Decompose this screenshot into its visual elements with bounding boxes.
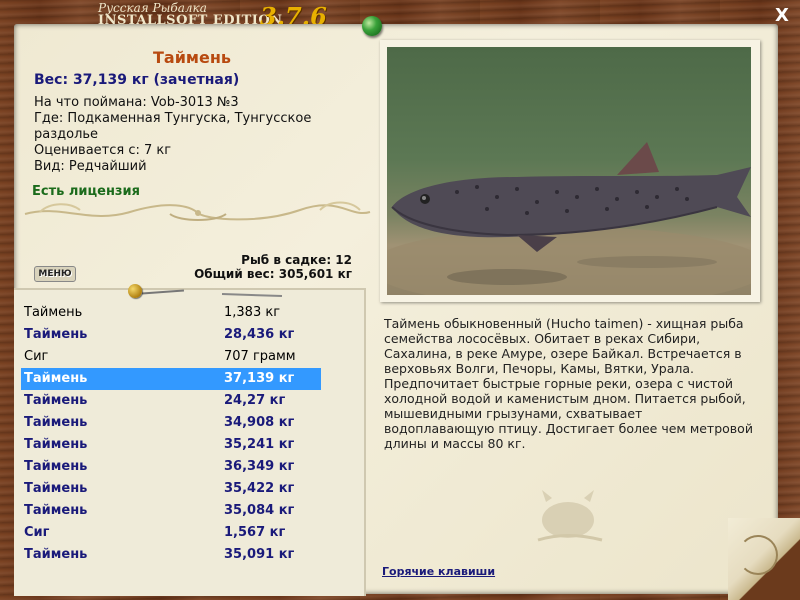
fish-list-item[interactable]: Таймень 24,27 кг	[21, 390, 321, 412]
fish-weight: Вес: 37,139 кг (зачетная)	[34, 72, 240, 88]
catch-info: На что поймана: Vob-3013 №3 Где: Подкаме…	[34, 95, 334, 175]
fish-list-item[interactable]: Таймень 28,436 кг	[21, 324, 321, 346]
total-weight: Общий вес: 305,601 кг	[194, 267, 352, 281]
gold-pin-icon	[128, 284, 142, 298]
fish-description: Таймень обыкновенный (Hucho taimen) - хи…	[384, 316, 753, 451]
fish-list-item-name: Таймень	[24, 393, 88, 408]
hotkeys-link[interactable]: Горячие клавиши	[382, 565, 495, 578]
fish-list-item-name: Таймень	[24, 327, 88, 342]
fish-list-item-name: Таймень	[24, 305, 83, 320]
fish-list-item-weight: 35,084 кг	[224, 503, 295, 518]
location-line: Где: Подкаменная Тунгуска, Тунгусское ра…	[34, 111, 312, 142]
fish-list-item-name: Таймень	[24, 503, 88, 518]
fish-list-item-weight: 28,436 кг	[224, 327, 295, 342]
value-line: Оценивается с: 7 кг	[34, 143, 172, 158]
keepnet-stats: Рыб в садке: 12 Общий вес: 305,601 кг	[190, 253, 352, 281]
fish-list-item[interactable]: Сиг 1,567 кг	[21, 522, 321, 544]
fish-list-item-name: Таймень	[24, 437, 88, 452]
fish-list-item[interactable]: Сиг 707 грамм	[21, 346, 321, 368]
fish-list-item-name: Сиг	[24, 349, 49, 364]
license-status: Есть лицензия	[32, 184, 140, 199]
taimen-fish-image	[387, 142, 751, 295]
curl-swirl-icon	[738, 535, 778, 575]
fish-photo	[387, 47, 751, 295]
fish-list-item[interactable]: Таймень 34,908 кг	[21, 412, 321, 434]
menu-button[interactable]: МЕНЮ	[34, 266, 76, 282]
kind-line: Вид: Редчайший	[34, 159, 147, 174]
fish-list-item[interactable]: Таймень 35,084 кг	[21, 500, 321, 522]
fish-list-item[interactable]: Таймень 35,091 кг	[21, 544, 321, 566]
fish-list-item-weight: 35,241 кг	[224, 437, 295, 452]
fish-list-item-name: Таймень	[24, 459, 88, 474]
fish-list-item-weight: 24,27 кг	[224, 393, 286, 408]
fish-list-item[interactable]: Таймень 35,241 кг	[21, 434, 321, 456]
fish-list-item-name: Таймень	[24, 547, 88, 562]
fisherman-watermark-icon	[537, 490, 603, 542]
fish-list-item-name: Сиг	[24, 525, 50, 540]
fish-list-item[interactable]: Таймень 1,383 кг	[21, 302, 321, 324]
fish-list-item-weight: 35,422 кг	[224, 481, 295, 496]
fish-name: Таймень	[152, 48, 232, 67]
fish-list-item-weight: 1,383 кг	[224, 305, 281, 320]
fish-count: Рыб в садке: 12	[241, 253, 352, 267]
fish-list-item-weight: 34,908 кг	[224, 415, 295, 430]
close-button[interactable]: X	[772, 6, 792, 26]
fish-list-item-weight: 707 грамм	[224, 349, 296, 364]
fish-list-item-weight: 35,091 кг	[224, 547, 295, 562]
fish-list-item-name: Таймень	[24, 415, 88, 430]
fish-list-item-weight: 36,349 кг	[224, 459, 295, 474]
fish-list-item-weight: 37,139 кг	[224, 371, 295, 386]
fish-list-item-name: Таймень	[24, 371, 88, 386]
fish-list: Таймень 1,383 кг Таймень 28,436 кг Сиг 707 гр…	[21, 302, 321, 566]
fish-list-item[interactable]: Таймень 35,422 кг	[21, 478, 321, 500]
bait-line: На что поймана: Vob-3013 №3	[34, 95, 239, 110]
fish-list-item-weight: 1,567 кг	[224, 525, 286, 540]
fish-list-item[interactable]: Таймень 36,349 кг	[21, 456, 321, 478]
fish-list-item[interactable]: Таймень 37,139 кг	[21, 368, 321, 390]
fish-list-item-name: Таймень	[24, 481, 88, 496]
green-pin-icon	[362, 16, 382, 36]
ornament-divider-icon	[24, 201, 371, 221]
